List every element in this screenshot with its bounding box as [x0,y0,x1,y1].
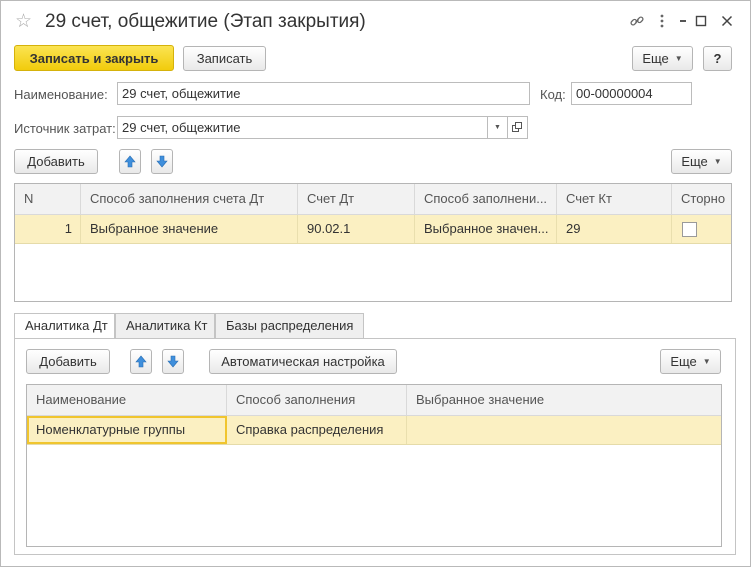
column-header-dt-account[interactable]: Счет Дт [298,184,415,214]
dropdown-caret-icon: ▼ [702,357,711,366]
dropdown-caret-icon: ▼ [494,124,501,131]
table-header: N Способ заполнения счета Дт Счет Дт Спо… [15,184,731,215]
help-button[interactable]: ? [703,46,732,71]
cell-fill-method: Справка распределения [227,416,407,444]
dropdown-caret-icon: ▼ [713,157,722,166]
table-row[interactable]: Номенклатурные группы Справка распределе… [27,416,721,445]
analytics-more-button[interactable]: Еще ▼ [660,349,721,374]
table-more-label: Еще [681,154,708,169]
link-icon[interactable] [628,12,646,30]
column-header-n[interactable]: N [15,184,81,214]
tab-analytics-kt[interactable]: Аналитика Кт [115,313,215,338]
more-button-label: Еще [642,51,669,66]
code-field[interactable]: 00-00000004 [571,82,692,105]
entries-table: N Способ заполнения счета Дт Счет Дт Спо… [14,183,732,302]
save-button[interactable]: Записать [183,46,266,71]
cost-source-open-button[interactable] [507,116,528,139]
analytics-move-up-button[interactable] [130,349,152,374]
arrow-down-icon [167,355,179,368]
column-header-name[interactable]: Наименование [27,385,227,415]
storno-checkbox[interactable] [682,222,697,238]
save-and-close-button[interactable]: Записать и закрыть [14,45,174,71]
cell-kt-fill: Выбранное значен... [415,215,557,243]
analytics-move-down-button[interactable] [162,349,184,374]
column-header-fill-method[interactable]: Способ заполнения [227,385,407,415]
open-window-icon [512,122,522,132]
cell-dt-account: 90.02.1 [298,215,415,243]
dropdown-caret-icon: ▼ [674,54,683,63]
cell-kt-account: 29 [557,215,672,243]
window-title: 29 счет, общежитие (Этап закрытия) [45,11,366,32]
auto-setup-button[interactable]: Автоматическая настройка [209,349,397,374]
table-header: Наименование Способ заполнения Выбранное… [27,385,721,416]
favorite-star-icon[interactable]: ☆ [15,11,32,33]
arrow-up-icon [124,155,136,168]
move-down-button[interactable] [151,149,173,174]
move-up-button[interactable] [119,149,141,174]
cell-dt-fill: Выбранное значение [81,215,298,243]
column-header-kt-fill[interactable]: Способ заполнени... [415,184,557,214]
more-button[interactable]: Еще ▼ [632,46,693,71]
analytics-more-label: Еще [670,354,697,369]
cell-selected-value [407,416,721,444]
cost-source-field[interactable]: 29 счет, общежитие [117,116,488,139]
name-label: Наименование: [14,87,108,102]
cell-name[interactable]: Номенклатурные группы [27,416,227,444]
cost-source-dropdown-button[interactable]: ▼ [487,116,508,139]
maximize-icon[interactable] [692,12,710,30]
form-window: ☆ 29 счет, общежитие (Этап закрытия) Зап… [0,0,751,567]
arrow-down-icon [156,155,168,168]
column-header-storno[interactable]: Сторно [672,184,731,214]
cost-source-label: Источник затрат: [14,121,116,136]
more-actions-icon[interactable] [653,12,671,30]
arrow-up-icon [135,355,147,368]
column-header-kt-account[interactable]: Счет Кт [557,184,672,214]
add-row-button[interactable]: Добавить [14,149,98,174]
name-field[interactable]: 29 счет, общежитие [117,82,530,105]
analytics-panel: Добавить Автоматическая настройка Еще ▼ Н… [14,338,736,555]
code-label: Код: [540,87,566,102]
analytics-table: Наименование Способ заполнения Выбранное… [26,384,722,547]
close-icon[interactable] [718,12,736,30]
tab-distribution-bases[interactable]: Базы распределения [215,313,364,338]
minimize-icon[interactable] [674,12,692,30]
column-header-selected-value[interactable]: Выбранное значение [407,385,721,415]
column-header-dt-fill[interactable]: Способ заполнения счета Дт [81,184,298,214]
table-row[interactable]: 1 Выбранное значение 90.02.1 Выбранное з… [15,215,731,244]
tab-analytics-dt[interactable]: Аналитика Дт [14,313,115,340]
cell-storno [672,215,731,243]
analytics-add-button[interactable]: Добавить [26,349,110,374]
cell-n: 1 [15,215,81,243]
table-more-button[interactable]: Еще ▼ [671,149,732,174]
